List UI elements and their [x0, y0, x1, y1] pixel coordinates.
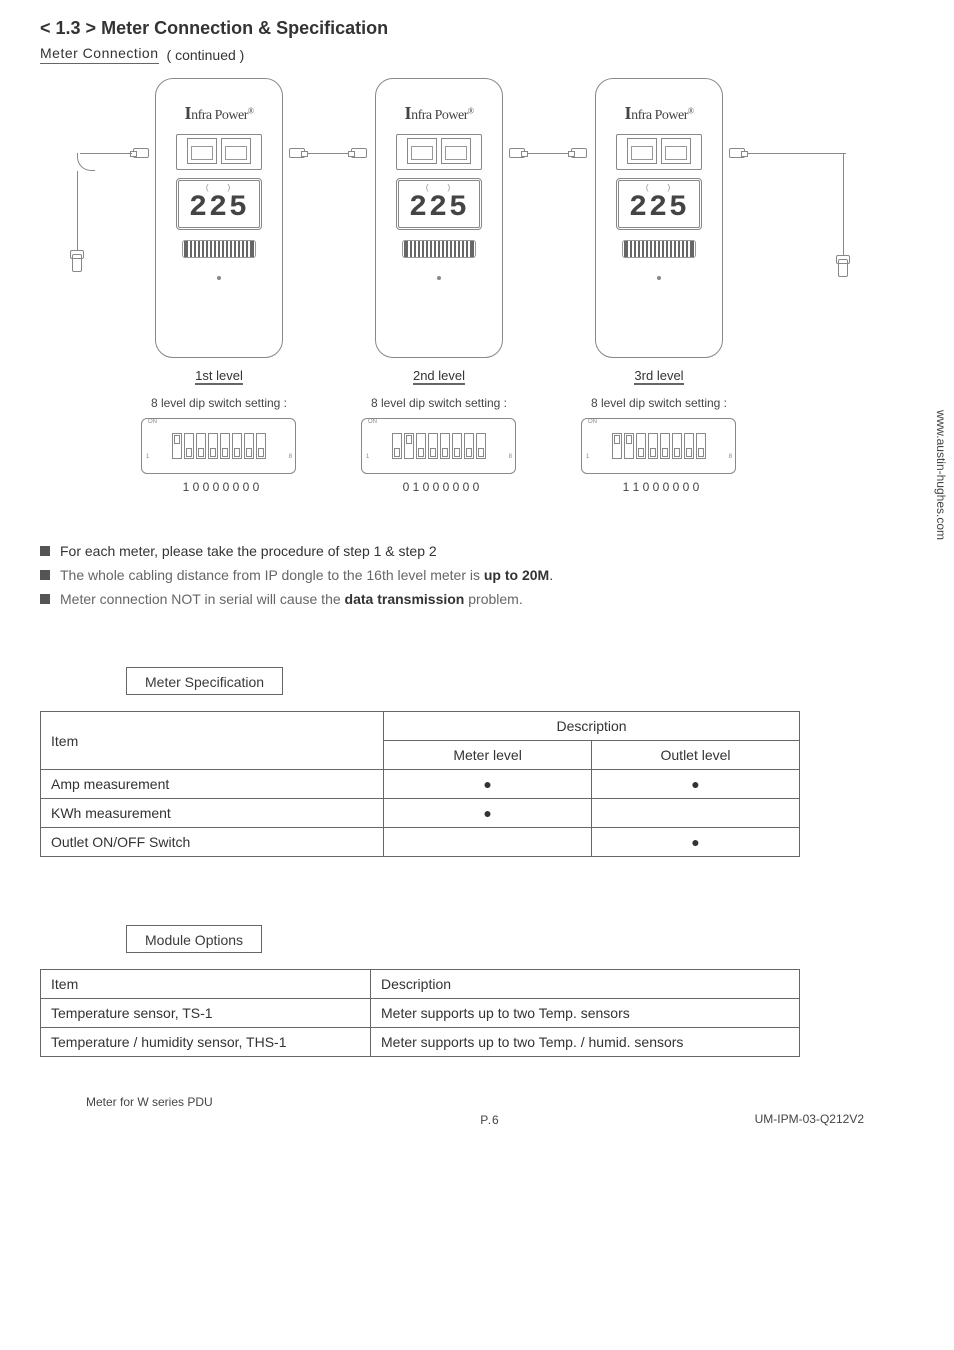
dip-setting-3: 1 1 0 0 0 0 0 0: [581, 480, 741, 494]
level-caption-3: 3rd level: [634, 368, 683, 385]
usb-icon: [838, 259, 848, 277]
table-row: Amp measurement●●: [41, 770, 800, 799]
bullet-item: Meter connection NOT in serial will caus…: [40, 588, 914, 612]
table-header: Item: [41, 712, 384, 770]
table-header: Meter level: [384, 741, 592, 770]
module-block-label: Module Options: [126, 925, 262, 953]
rj45-icon: [289, 148, 305, 158]
rj45-icon: [509, 148, 525, 158]
bullet-item: For each meter, please take the procedur…: [40, 540, 914, 564]
footer-product: Meter for W series PDU: [86, 1095, 854, 1109]
rj45-icon: [351, 148, 367, 158]
connection-diagram: Infra Power® ( )225 Infra Power® ( )225 …: [35, 78, 910, 408]
bullet-icon: [40, 570, 50, 580]
rj45-icon: [571, 148, 587, 158]
dip-setting-2: 0 1 0 0 0 0 0 0: [361, 480, 521, 494]
section-number: < 1.3 >: [40, 18, 96, 38]
meter-2: Infra Power® ( )225: [375, 78, 503, 358]
section-title: Meter Connection & Specification: [101, 18, 388, 38]
table-row: Temperature sensor, TS-1Meter supports u…: [41, 999, 800, 1028]
dip-switch-3: ON 1 8: [581, 418, 736, 474]
port-out-icon: [221, 138, 251, 164]
dip-switch-2: ON 1 8: [361, 418, 516, 474]
edge-url: www.austin-hughes.com: [934, 410, 948, 540]
dip-caption-1: 8 level dip switch setting :: [139, 396, 299, 410]
level-caption-1: 1st level: [195, 368, 243, 385]
rj45-icon: [729, 148, 745, 158]
meter-3: Infra Power® ( )225: [595, 78, 723, 358]
bullet-item: The whole cabling distance from IP dongl…: [40, 564, 914, 588]
dip-setting-1: 1 0 0 0 0 0 0 0: [141, 480, 301, 494]
meter-1: Infra Power® ( )225: [155, 78, 283, 358]
connection-title: Meter Connection: [40, 45, 159, 64]
rj45-icon: [133, 148, 149, 158]
level-caption-2: 2nd level: [413, 368, 465, 385]
table-row: KWh measurement●: [41, 799, 800, 828]
spec-block-label: Meter Specification: [126, 667, 283, 695]
meter-spec-table: Item Description Meter level Outlet leve…: [40, 711, 800, 857]
module-options-table: Item Description Temperature sensor, TS-…: [40, 969, 800, 1057]
table-header: Outlet level: [592, 741, 800, 770]
barcode-icon: [182, 240, 256, 258]
table-row: Temperature / humidity sensor, THS-1Mete…: [41, 1028, 800, 1057]
connection-title-cont: ( continued ): [167, 47, 245, 63]
bullet-icon: [40, 546, 50, 556]
lcd-reading: 225: [179, 191, 259, 225]
table-header: Description: [371, 970, 800, 999]
dip-caption-3: 8 level dip switch setting :: [579, 396, 739, 410]
brand-logo: Infra Power®: [156, 103, 282, 124]
port-in-icon: [187, 138, 217, 164]
table-row: Outlet ON/OFF Switch●: [41, 828, 800, 857]
dip-switch-1: ON 1 8: [141, 418, 296, 474]
table-header: Item: [41, 970, 371, 999]
table-header: Description: [384, 712, 800, 741]
dip-caption-2: 8 level dip switch setting :: [359, 396, 519, 410]
usb-icon: [72, 254, 82, 272]
bullet-icon: [40, 594, 50, 604]
